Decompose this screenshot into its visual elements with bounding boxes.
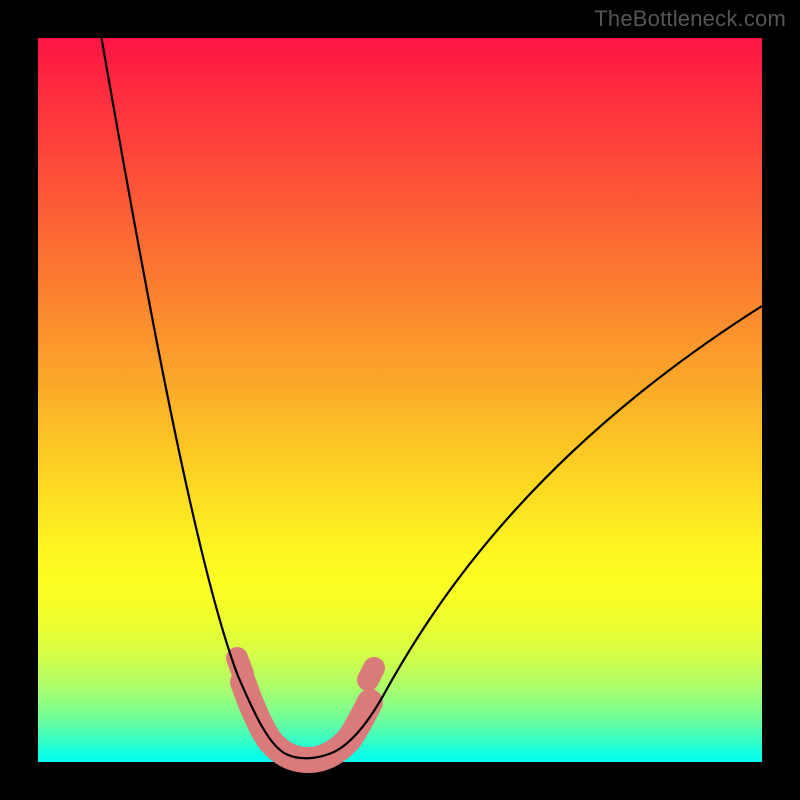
chart-frame: TheBottleneck.com xyxy=(0,0,800,800)
salmon-dot-top-right xyxy=(368,668,374,680)
watermark-text: TheBottleneck.com xyxy=(594,6,786,32)
black-curve xyxy=(98,18,762,758)
curve-layer xyxy=(38,38,762,762)
plot-area xyxy=(38,38,762,762)
salmon-worm xyxy=(243,682,370,760)
